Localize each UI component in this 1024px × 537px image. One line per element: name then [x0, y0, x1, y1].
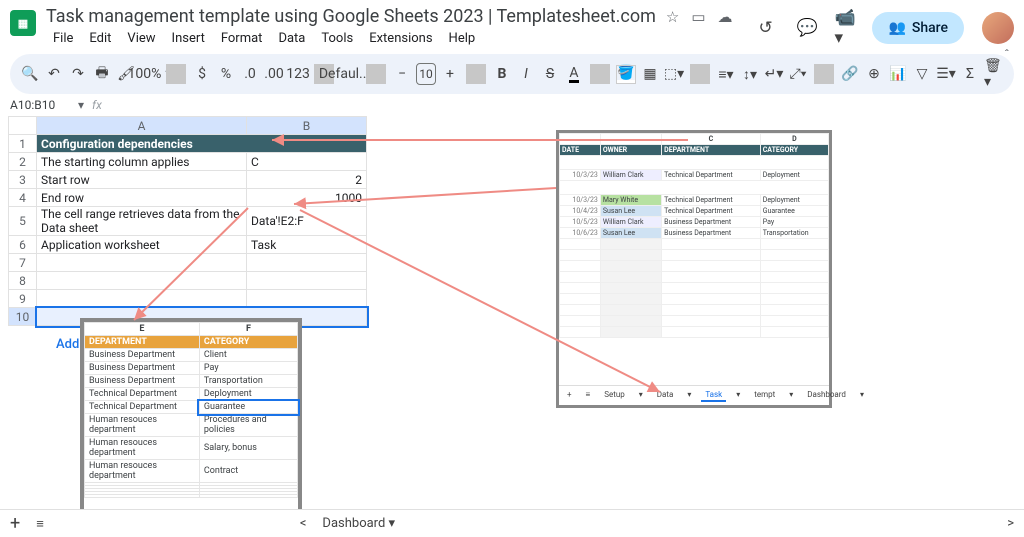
share-button[interactable]: 👥Share: [872, 12, 964, 44]
menu-insert[interactable]: Insert: [165, 29, 212, 48]
col-header-B[interactable]: B: [247, 117, 367, 135]
sheets-logo[interactable]: ▦: [10, 10, 36, 36]
all-sheets-button[interactable]: ≡: [36, 516, 44, 532]
rotate-button[interactable]: ⤢▾: [788, 62, 808, 86]
namebox-dropdown-icon[interactable]: ▾: [78, 98, 84, 112]
spreadsheet-grid[interactable]: A B 1Configuration dependencies 2The sta…: [8, 116, 367, 326]
account-avatar[interactable]: [982, 12, 1014, 44]
menu-edit[interactable]: Edit: [82, 29, 118, 48]
insert-comment-button[interactable]: ⊕: [864, 62, 884, 86]
toolbar: 🔍 ↶ ↷ 🖶 🖌 100%▾ $ % .0 .00 123 Defaul...…: [10, 54, 1014, 94]
lock-icon: 👥: [888, 20, 905, 36]
decrease-decimal-button[interactable]: .0: [240, 62, 260, 86]
doc-title[interactable]: Task management template using Google Sh…: [46, 6, 656, 27]
currency-button[interactable]: $: [192, 62, 212, 86]
add-sheet-button[interactable]: +: [10, 513, 20, 534]
increase-font-button[interactable]: +: [440, 62, 460, 86]
comments-icon[interactable]: 💬: [796, 18, 816, 38]
functions-button[interactable]: Σ: [960, 62, 980, 86]
font-size-input[interactable]: 10: [416, 63, 436, 85]
sheet-tabs-bar: + ≡ < Dashboard ▾ >: [0, 509, 1024, 537]
merge-button[interactable]: ⬚▾: [664, 62, 684, 86]
borders-button[interactable]: ▦: [640, 62, 660, 86]
more-formats-button[interactable]: 123: [288, 62, 308, 86]
menu-help[interactable]: Help: [442, 29, 483, 48]
redo-button[interactable]: ↷: [68, 62, 88, 86]
meet-icon[interactable]: 📹▾: [834, 8, 854, 48]
menu-data[interactable]: Data: [271, 29, 312, 48]
delete-button[interactable]: 🗑▾: [984, 62, 1004, 86]
increase-decimal-button[interactable]: .00: [264, 62, 284, 86]
menu-format[interactable]: Format: [214, 29, 270, 48]
h-align-button[interactable]: ≡▾: [716, 62, 736, 86]
percent-button[interactable]: %: [216, 62, 236, 86]
menu-file[interactable]: File: [46, 29, 80, 48]
zoom-select[interactable]: 100%▾: [140, 62, 160, 86]
menu-view[interactable]: View: [120, 29, 162, 48]
name-box[interactable]: A10:B10: [10, 98, 70, 112]
link-button[interactable]: 🔗: [840, 62, 860, 86]
collapse-toolbar-icon[interactable]: ˆ: [1004, 48, 1010, 63]
history-icon[interactable]: ↺: [758, 18, 778, 38]
corner-cell[interactable]: [9, 117, 37, 135]
add-rows-button[interactable]: Add: [56, 337, 79, 352]
scroll-sheets-right[interactable]: >: [1007, 516, 1014, 531]
insert-chart-button[interactable]: 📊: [888, 62, 908, 86]
undo-button[interactable]: ↶: [44, 62, 64, 86]
print-button[interactable]: 🖶: [92, 62, 112, 86]
task-sheet-preview: CD DATEOWNERDEPARTMENTCATEGORY 10/3/23Wi…: [556, 130, 832, 408]
decrease-font-button[interactable]: −: [392, 62, 412, 86]
filter-views-button[interactable]: ☰▾: [936, 62, 956, 86]
menu-tools[interactable]: Tools: [314, 29, 360, 48]
fx-label: fx: [92, 98, 102, 112]
font-select[interactable]: Defaul...▾: [340, 62, 360, 86]
search-menus-icon[interactable]: 🔍: [20, 62, 40, 86]
fill-color-button[interactable]: 🪣: [616, 62, 636, 86]
bold-button[interactable]: B: [492, 62, 512, 86]
col-header-A[interactable]: A: [37, 117, 247, 135]
filter-button[interactable]: ▽: [912, 62, 932, 86]
text-color-button[interactable]: A: [564, 62, 584, 86]
config-header-cell[interactable]: Configuration dependencies: [37, 135, 367, 153]
scroll-sheets-left[interactable]: <: [300, 516, 307, 531]
v-align-button[interactable]: ↕▾: [740, 62, 760, 86]
wrap-button[interactable]: ↵▾: [764, 62, 784, 86]
menu-extensions[interactable]: Extensions: [362, 29, 439, 48]
move-icon[interactable]: ▭: [691, 8, 705, 26]
italic-button[interactable]: I: [516, 62, 536, 86]
sheet-tab-dashboard[interactable]: Dashboard ▾: [322, 516, 395, 531]
cloud-icon[interactable]: ☁: [718, 8, 733, 26]
strike-button[interactable]: S: [540, 62, 560, 86]
menu-bar: File Edit View Insert Format Data Tools …: [46, 29, 758, 48]
data-sheet-preview: EF DEPARTMENTCATEGORY Business Departmen…: [80, 318, 302, 536]
star-icon[interactable]: ☆: [666, 8, 679, 26]
